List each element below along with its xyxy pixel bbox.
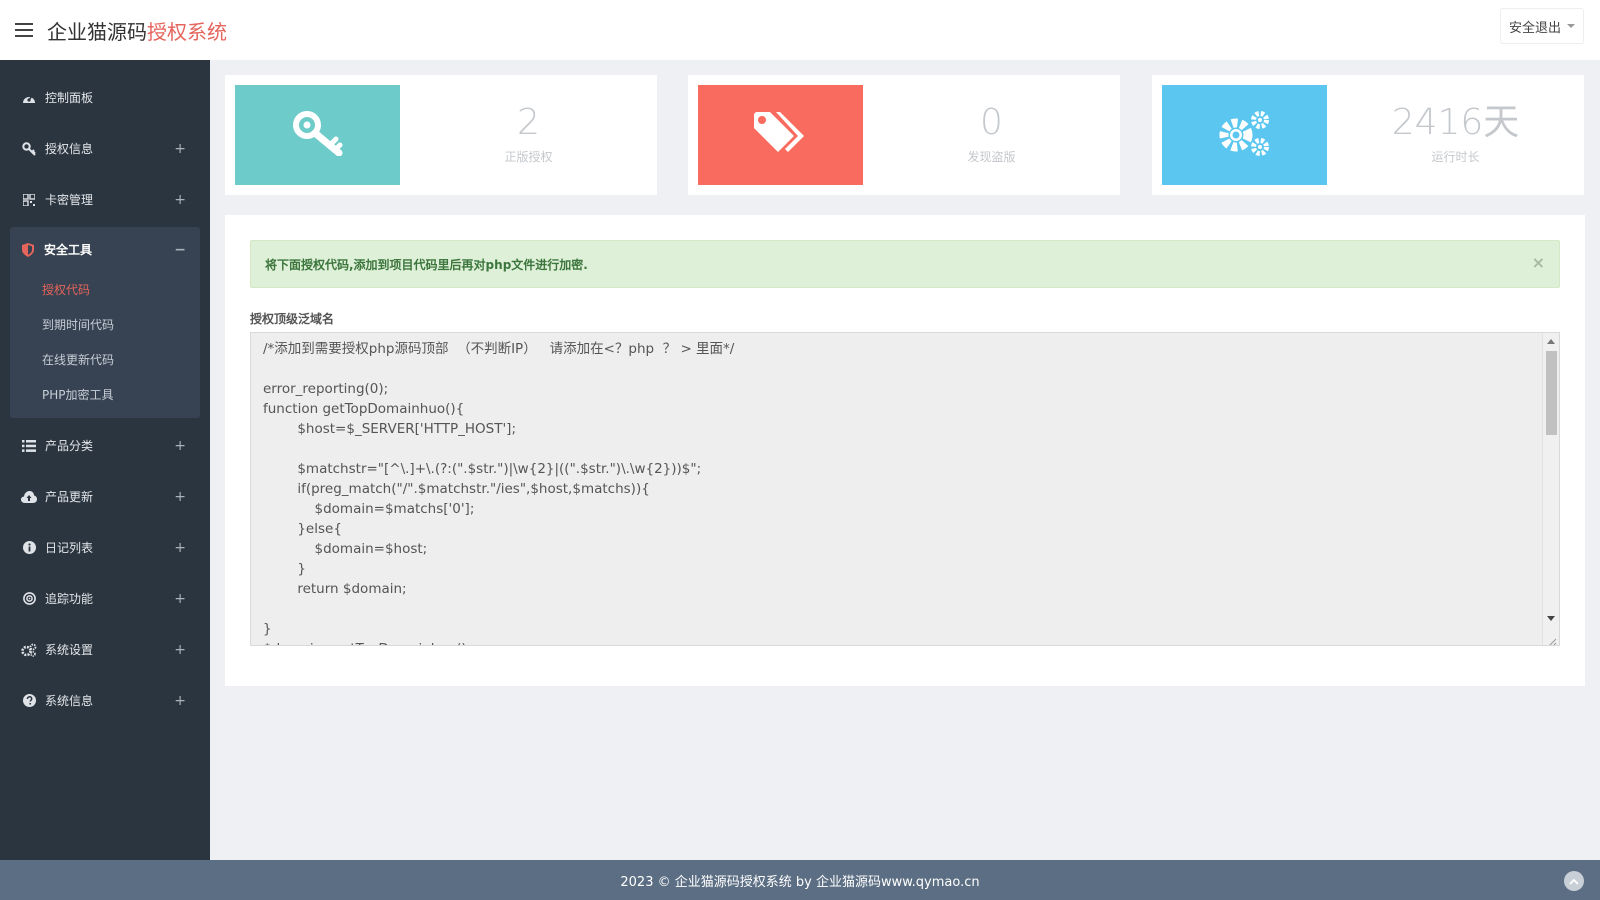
alert-text: 将下面授权代码,添加到项目代码里后再对php文件进行加密. <box>265 257 588 272</box>
security-tools-submenu: 授权代码 到期时间代码 在线更新代码 PHP加密工具 <box>10 272 200 418</box>
expand-plus-icon: + <box>174 140 186 157</box>
key-icon <box>20 141 38 156</box>
expand-plus-icon: + <box>174 692 186 709</box>
stat-label: 运行时长 <box>1431 150 1480 164</box>
gears-icon <box>1216 109 1274 161</box>
sidebar: 控制面板 授权信息 + 卡密管理 + 安全工具 − 授权代码 到期时间代码 在线… <box>0 60 210 860</box>
back-to-top-icon[interactable] <box>1564 871 1584 891</box>
expand-plus-icon: + <box>174 539 186 556</box>
close-icon[interactable]: × <box>1532 253 1545 272</box>
grid-icon <box>20 193 38 206</box>
list-icon <box>20 439 38 452</box>
field-label: 授权顶级泛域名 <box>250 312 335 326</box>
expand-plus-icon: + <box>174 437 186 454</box>
footer-text: 2023 © 企业猫源码授权系统 by 企业猫源码www.qymao.cn <box>620 874 980 890</box>
sidebar-item-product-category[interactable]: 产品分类 + <box>0 420 210 471</box>
sidebar-item-dashboard[interactable]: 控制面板 <box>0 72 210 123</box>
auth-code-textarea[interactable]: /*添加到需要授权php源码顶部 （不判断IP） 请添加在<？php ？ > 里… <box>250 332 1560 646</box>
tags-icon <box>752 110 810 160</box>
stat-card-licenses: 2 正版授权 <box>225 75 657 195</box>
page-footer: 2023 © 企业猫源码授权系统 by 企业猫源码www.qymao.cn <box>0 860 1600 900</box>
gears-icon <box>20 643 38 657</box>
info-icon <box>20 541 38 554</box>
code-content: /*添加到需要授权php源码顶部 （不判断IP） 请添加在<？php ？ > 里… <box>263 341 735 645</box>
stat-label: 发现盗版 <box>967 150 1016 164</box>
sidebar-item-label: 产品分类 <box>45 439 94 453</box>
top-header: 企业猫源码授权系统 安全退出 <box>0 0 1600 60</box>
caret-down-icon <box>1567 24 1575 28</box>
sidebar-item-label: 追踪功能 <box>45 592 94 606</box>
expand-plus-icon: + <box>174 488 186 505</box>
expand-plus-icon: + <box>174 641 186 658</box>
cloud-upload-icon <box>20 490 38 503</box>
menu-toggle-icon[interactable] <box>15 23 33 37</box>
target-icon <box>20 592 38 605</box>
sidebar-item-security-tools[interactable]: 安全工具 − <box>10 227 200 272</box>
info-alert: 将下面授权代码,添加到项目代码里后再对php文件进行加密. × <box>250 240 1560 288</box>
logout-dropdown[interactable]: 安全退出 <box>1499 8 1584 44</box>
scroll-down-icon[interactable] <box>1547 616 1555 621</box>
stat-tile <box>235 85 400 185</box>
resize-handle-icon[interactable] <box>1547 633 1557 645</box>
sidebar-item-card-manage[interactable]: 卡密管理 + <box>0 174 210 225</box>
sidebar-item-label: 产品更新 <box>45 490 94 504</box>
expand-plus-icon: + <box>174 590 186 607</box>
brand-accent: 授权系统 <box>147 19 227 44</box>
key-icon <box>292 110 344 160</box>
stat-value: 2 <box>517 102 540 143</box>
sidebar-item-system-info[interactable]: 系统信息 + <box>0 675 210 726</box>
sidebar-item-system-settings[interactable]: 系统设置 + <box>0 624 210 675</box>
sidebar-item-auth-info[interactable]: 授权信息 + <box>0 123 210 174</box>
sidebar-item-label: 授权信息 <box>45 142 94 156</box>
submenu-online-update-code[interactable]: 在线更新代码 <box>10 342 200 377</box>
stat-tile <box>1162 85 1327 185</box>
sidebar-group-security-tools: 安全工具 − 授权代码 到期时间代码 在线更新代码 PHP加密工具 <box>10 227 200 418</box>
dashboard-icon <box>20 92 38 104</box>
sidebar-item-label: 安全工具 <box>44 243 93 257</box>
sidebar-item-label: 日记列表 <box>45 541 94 555</box>
sidebar-item-tracking[interactable]: 追踪功能 + <box>0 573 210 624</box>
sidebar-item-label: 控制面板 <box>45 91 94 105</box>
stat-card-uptime: 2416天 运行时长 <box>1152 75 1584 195</box>
submenu-expiry-code[interactable]: 到期时间代码 <box>10 307 200 342</box>
sidebar-item-label: 系统设置 <box>45 643 94 657</box>
sidebar-item-label: 系统信息 <box>45 694 94 708</box>
stat-label: 正版授权 <box>504 150 553 164</box>
sidebar-item-log-list[interactable]: 日记列表 + <box>0 522 210 573</box>
stat-tile <box>698 85 863 185</box>
scroll-up-icon[interactable] <box>1547 339 1555 344</box>
stat-value: 0 <box>980 102 1003 143</box>
submenu-php-encrypt-tool[interactable]: PHP加密工具 <box>10 377 200 412</box>
logout-label: 安全退出 <box>1508 20 1561 36</box>
submenu-auth-code[interactable]: 授权代码 <box>10 272 200 307</box>
shield-icon <box>19 242 37 257</box>
collapse-minus-icon: − <box>174 241 186 258</box>
brand-main: 企业猫源码 <box>47 19 147 44</box>
expand-plus-icon: + <box>174 191 186 208</box>
brand-title[interactable]: 企业猫源码授权系统 <box>47 16 227 45</box>
auth-code-panel: 将下面授权代码,添加到项目代码里后再对php文件进行加密. × 授权顶级泛域名 … <box>225 215 1585 686</box>
stat-value: 2416天 <box>1391 102 1520 143</box>
vertical-scrollbar[interactable] <box>1542 333 1559 645</box>
scrollbar-thumb[interactable] <box>1546 351 1557 435</box>
sidebar-item-label: 卡密管理 <box>45 193 94 207</box>
stat-card-piracy: 0 发现盗版 <box>688 75 1120 195</box>
question-icon <box>20 694 38 707</box>
sidebar-item-product-update[interactable]: 产品更新 + <box>0 471 210 522</box>
